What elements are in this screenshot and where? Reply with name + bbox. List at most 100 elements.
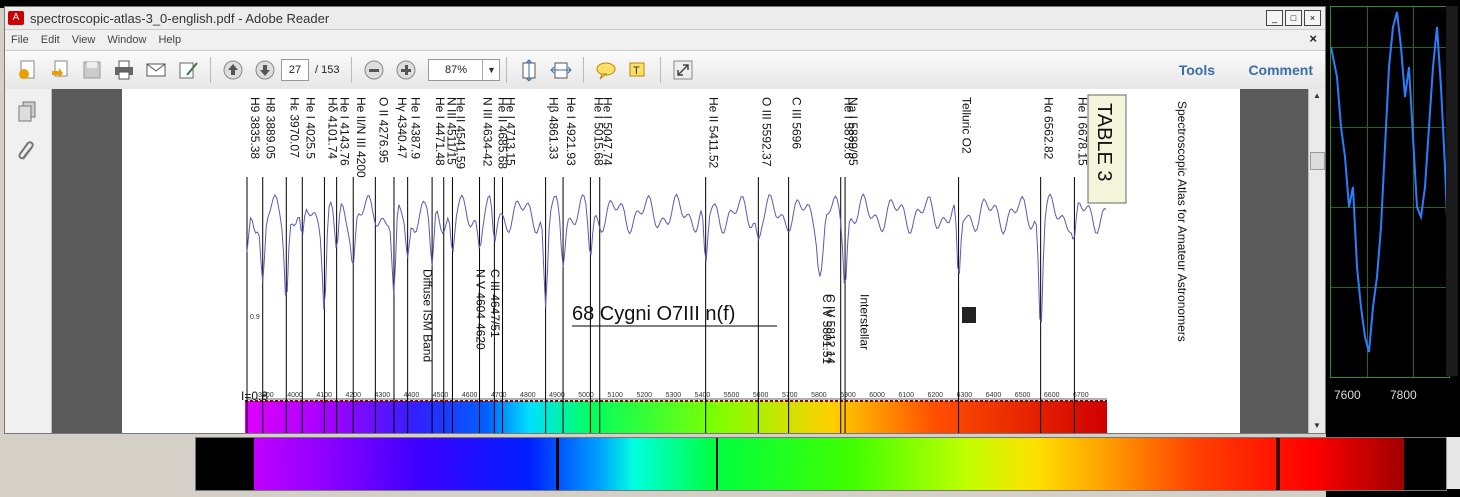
close-document-icon[interactable]: ×: [1309, 31, 1317, 46]
toolbar-separator: [660, 57, 662, 83]
x-tick-label: 4600: [462, 392, 478, 399]
sign-icon[interactable]: [175, 57, 201, 83]
menu-view[interactable]: View: [66, 34, 102, 46]
line-label: H9 3835.38: [248, 97, 262, 159]
scroll-thumb[interactable]: [1310, 152, 1325, 170]
x-tick-label: 6500: [1015, 392, 1031, 399]
line-label: O III 5592.37: [759, 97, 773, 167]
background-scrollbar[interactable]: [1446, 6, 1458, 376]
x-tick-label: 5100: [607, 392, 623, 399]
x-tick-label: 4500: [433, 392, 449, 399]
email-icon[interactable]: [143, 57, 169, 83]
adobe-reader-icon: A: [8, 11, 24, 25]
x-tick-label: 5400: [695, 392, 711, 399]
page-thumbnails-icon[interactable]: [17, 101, 37, 126]
menu-file[interactable]: File: [5, 34, 35, 46]
scroll-down-icon[interactable]: ▼: [1309, 419, 1325, 433]
line-label: Hγ 4340.47: [395, 97, 409, 159]
previous-page-icon[interactable]: [220, 57, 246, 83]
intensity-label: I=0.8: [241, 389, 268, 403]
highlight-text-icon[interactable]: T: [625, 57, 651, 83]
line-label: He I 6678.15: [1075, 97, 1089, 166]
line-label: Diffuse ISM Band: [421, 269, 435, 362]
zoom-out-icon[interactable]: [361, 57, 387, 83]
window-title: spectroscopic-atlas-3_0-english.pdf - Ad…: [30, 10, 330, 26]
line-label: Na I 5889/95: [846, 97, 860, 166]
title-bar[interactable]: A spectroscopic-atlas-3_0-english.pdf - …: [5, 7, 1325, 30]
x-tick-label: 4400: [404, 392, 420, 399]
line-label: O II 4276.95: [376, 97, 390, 163]
rainbow-band: [245, 401, 1107, 433]
line-label: He I 4713.15: [504, 97, 518, 166]
menu-bar: File Edit View Window Help ×: [5, 30, 1325, 50]
x-tick-label: 5300: [666, 392, 682, 399]
x-tick-label: 4000: [287, 392, 303, 399]
page-total: / 153: [315, 64, 340, 76]
star-label: 68 Cygni O7III n(f): [572, 303, 735, 325]
tools-link[interactable]: Tools: [1179, 62, 1215, 78]
comment-link[interactable]: Comment: [1248, 62, 1313, 78]
line-label: He I 4143.76: [338, 97, 352, 166]
background-x-tick: 7600: [1334, 388, 1361, 402]
zoom-select[interactable]: 87% ▼: [428, 59, 501, 81]
x-tick-label: 5700: [782, 392, 798, 399]
expand-icon[interactable]: [670, 57, 696, 83]
x-tick-label: 4700: [491, 392, 507, 399]
next-page-icon[interactable]: [252, 57, 278, 83]
background-strip-scrollbar[interactable]: [1446, 437, 1460, 489]
x-tick-label: 5500: [724, 392, 740, 399]
spectrum-gradient: [254, 438, 1404, 490]
comment-bubble-icon[interactable]: [593, 57, 619, 83]
x-tick-label: 5800: [811, 392, 827, 399]
close-button[interactable]: ×: [1304, 10, 1321, 26]
minimize-button[interactable]: _: [1266, 10, 1283, 26]
line-label: C III 5696: [790, 97, 804, 149]
line-label: C III 4647/51: [488, 269, 502, 338]
line-label: N III 4634-42: [481, 97, 495, 167]
zoom-in-icon[interactable]: [393, 57, 419, 83]
background-spectrum-plot: [1330, 6, 1450, 378]
line-label: Hα 6562.82: [1042, 97, 1056, 160]
line-label: H8 3889.05: [264, 97, 278, 159]
chevron-down-icon[interactable]: ▼: [482, 60, 499, 80]
line-label: Telluric O2: [960, 97, 974, 154]
svg-text:T: T: [633, 65, 640, 77]
line-label: Hδ 4101.74: [325, 97, 339, 159]
menu-window[interactable]: Window: [101, 34, 152, 46]
page-number-input[interactable]: 27: [281, 59, 309, 81]
toolbar: 27 / 153 87% ▼ T Tools Comment: [5, 50, 1325, 90]
background-x-tick: 7800: [1390, 388, 1417, 402]
maximize-button[interactable]: □: [1285, 10, 1302, 26]
print-icon[interactable]: [111, 57, 137, 83]
create-pdf-icon[interactable]: [15, 57, 41, 83]
fit-page-icon[interactable]: [516, 57, 542, 83]
line-label: N V 4604-4620: [474, 269, 488, 350]
save-icon[interactable]: [79, 57, 105, 83]
vertical-scrollbar[interactable]: ▲ ▼: [1308, 89, 1325, 433]
scroll-up-icon[interactable]: ▲: [1309, 89, 1325, 103]
menu-edit[interactable]: Edit: [35, 34, 66, 46]
background-spectrum-strip: [195, 437, 1447, 491]
y-tick-label: 0.9: [250, 314, 260, 321]
document-area[interactable]: 3900400041004200430044004500460047004800…: [52, 89, 1309, 433]
absorption-line: [556, 438, 559, 490]
background-plot-line: [1331, 11, 1449, 353]
line-label: He II 5411.52: [707, 97, 721, 168]
attachments-icon[interactable]: [17, 139, 37, 166]
combine-files-icon[interactable]: [47, 57, 73, 83]
x-tick-label: 6600: [1044, 392, 1060, 399]
line-label: He I 4387.9: [409, 97, 423, 159]
x-tick-label: 5900: [840, 392, 856, 399]
x-tick-label: 6700: [1073, 392, 1089, 399]
x-tick-label: 4300: [375, 392, 391, 399]
x-tick-label: 5600: [753, 392, 769, 399]
absorption-line: [1276, 438, 1280, 490]
line-label: He II/N III 4200: [354, 97, 368, 178]
fit-width-icon[interactable]: [548, 57, 574, 83]
line-label: Interstellar: [858, 294, 872, 350]
absorption-line: [716, 438, 718, 490]
x-tick-label: 5000: [578, 392, 594, 399]
menu-help[interactable]: Help: [152, 34, 187, 46]
line-label: C IV 5801.51: [820, 294, 834, 364]
pdf-page: 3900400041004200430044004500460047004800…: [122, 89, 1240, 433]
